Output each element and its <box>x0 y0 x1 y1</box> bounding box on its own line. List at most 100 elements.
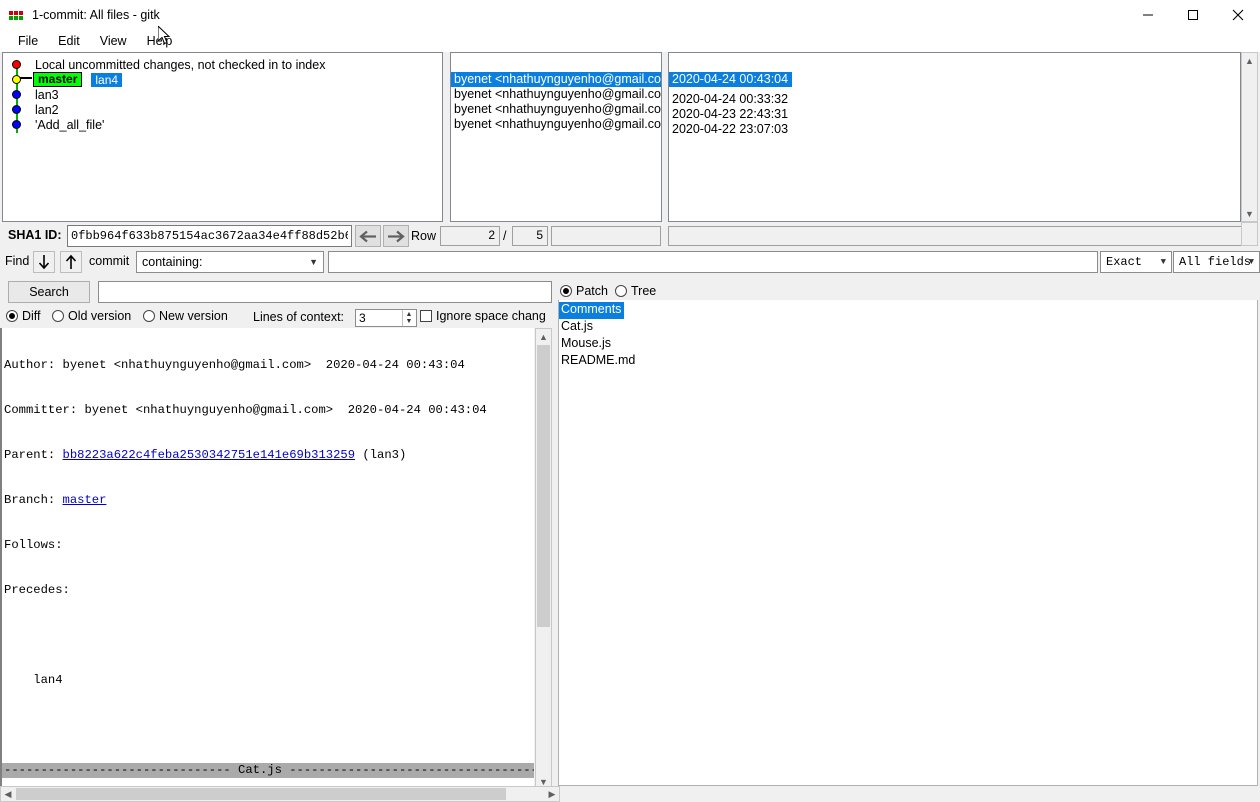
sha1-input[interactable] <box>67 225 352 247</box>
file-list-pane[interactable]: Comments Cat.js Mouse.js README.md <box>558 300 1258 786</box>
head-ref-lan4[interactable]: lan4 <box>91 72 123 87</box>
list-item[interactable]: byenet <nhathuynguyenho@gmail.com <box>451 87 661 102</box>
list-item[interactable]: README.md <box>559 353 1257 370</box>
commit-list-vertical-scrollbar[interactable]: ▲ ▼ <box>1241 52 1258 222</box>
list-item[interactable]: 2020-04-23 22:43:31 <box>669 107 1240 122</box>
scroll-left-icon[interactable]: ◀ <box>1 787 15 801</box>
close-button[interactable] <box>1215 0 1260 30</box>
context-value: 3 <box>359 311 366 325</box>
diff-pane[interactable]: Author: byenet <nhathuynguyenho@gmail.co… <box>0 328 534 786</box>
branch-ref-master[interactable]: master <box>33 72 83 87</box>
find-label: Find <box>5 254 30 268</box>
scroll-right-icon[interactable]: ▶ <box>545 787 559 801</box>
chevron-down-icon: ▼ <box>1248 257 1254 267</box>
tree-radio[interactable]: Tree <box>615 284 656 298</box>
commit-summary: lan3 <box>35 87 59 102</box>
arrow-right-icon <box>388 230 405 242</box>
list-item[interactable]: Mouse.js <box>559 336 1257 353</box>
list-item[interactable]: 2020-04-24 00:43:04 <box>669 72 793 87</box>
list-item[interactable]: byenet <nhathuynguyenho@gmail.com <box>451 102 661 117</box>
scroll-thumb[interactable] <box>537 345 550 627</box>
old-version-radio[interactable]: Old version <box>52 309 131 323</box>
search-input[interactable] <box>98 281 552 303</box>
sha-row-scroll-stub[interactable] <box>1241 222 1258 246</box>
find-scope-label: commit <box>89 254 130 268</box>
find-match-value: Exact <box>1106 255 1143 269</box>
patch-radio[interactable]: Patch <box>560 284 608 298</box>
radio-indicator <box>143 310 155 322</box>
context-label: Lines of context: <box>253 310 345 324</box>
file-name: Comments <box>559 302 625 319</box>
back-button[interactable] <box>355 225 381 247</box>
author-column-panel[interactable]: byenet <nhathuynguyenho@gmail.com byenet… <box>450 52 662 222</box>
commit-graph-panel[interactable]: Local uncommitted changes, not checked i… <box>2 52 443 222</box>
diff-horizontal-scrollbar[interactable]: ◀ ▶ <box>0 786 560 802</box>
diff-line <box>2 718 534 733</box>
find-prev-button[interactable] <box>60 251 82 273</box>
find-fields-select[interactable]: All fields ▼ <box>1173 251 1260 273</box>
menu-item-help[interactable]: Help <box>137 32 183 50</box>
ignore-space-checkbox[interactable]: Ignore space chang <box>420 309 546 323</box>
menu-item-file[interactable]: File <box>8 32 48 50</box>
table-row[interactable]: Local uncommitted changes, not checked i… <box>3 57 442 72</box>
list-item[interactable]: Cat.js <box>559 319 1257 336</box>
parent-sha-link[interactable]: bb8223a622c4feba2530342751e141e69b313259 <box>63 448 356 462</box>
radio-indicator <box>6 310 18 322</box>
table-row[interactable]: lan3 <box>3 87 442 102</box>
commit-node-cell <box>3 57 33 72</box>
menu-item-edit[interactable]: Edit <box>48 32 90 50</box>
table-row[interactable]: lan2 <box>3 102 442 117</box>
scroll-down-icon[interactable]: ▼ <box>1242 206 1257 221</box>
sha-row-filler <box>668 226 1242 246</box>
list-item[interactable]: 2020-04-24 00:33:32 <box>669 92 1240 107</box>
menu-item-view[interactable]: View <box>90 32 137 50</box>
row-label: Row <box>411 229 437 243</box>
find-mode-select[interactable]: containing: ▼ <box>136 251 324 273</box>
commit-summary: 'Add_all_file' <box>35 117 105 132</box>
list-item[interactable]: byenet <nhathuynguyenho@gmail.com <box>451 117 661 132</box>
row-current-value[interactable]: 2 <box>440 226 500 246</box>
context-stepper[interactable]: 3 ▲ ▼ <box>355 309 417 327</box>
list-item[interactable]: Comments <box>559 300 1257 319</box>
scroll-thumb[interactable] <box>16 788 506 800</box>
maximize-button[interactable] <box>1170 0 1215 30</box>
minimize-button[interactable] <box>1125 0 1170 30</box>
diff-file-header: ------------------------------- Cat.js -… <box>2 763 534 778</box>
list-item[interactable]: byenet <nhathuynguyenho@gmail.com <box>451 72 661 87</box>
arrow-up-icon <box>65 254 77 269</box>
new-version-label: New version <box>159 309 228 323</box>
find-match-select[interactable]: Exact ▼ <box>1100 251 1172 273</box>
table-row[interactable]: master lan4 <box>3 72 442 87</box>
date-spacer <box>669 53 1240 72</box>
sha1-toolbar: SHA1 ID: Row 2 / 5 <box>0 222 1260 248</box>
find-next-button[interactable] <box>33 251 55 273</box>
graph-rows: Local uncommitted changes, not checked i… <box>3 53 442 133</box>
sha1-label: SHA1 ID: <box>8 228 62 242</box>
list-item[interactable]: 2020-04-22 23:07:03 <box>669 122 1240 137</box>
table-row[interactable]: 'Add_all_file' <box>3 117 442 132</box>
commit-node-cell <box>3 102 33 117</box>
commit-node-cell <box>3 117 33 132</box>
diff-vertical-scrollbar[interactable]: ▲ ▼ <box>535 328 552 790</box>
branch-label: Branch: <box>4 493 63 507</box>
stepper-arrows-icon[interactable]: ▲ ▼ <box>402 310 415 326</box>
find-query-input[interactable] <box>328 251 1098 273</box>
diff-radio[interactable]: Diff <box>6 309 41 323</box>
search-button[interactable]: Search <box>8 281 90 303</box>
row-extra-field[interactable] <box>551 226 661 246</box>
diff-line: Committer: byenet <nhathuynguyenho@gmail… <box>4 403 487 417</box>
diff-line-branch: Branch: master <box>2 493 534 508</box>
scroll-up-icon[interactable]: ▲ <box>1242 53 1257 68</box>
author-spacer <box>451 53 661 72</box>
date-column-panel[interactable]: 2020-04-24 00:43:04 2020-04-24 00:33:32 … <box>668 52 1241 222</box>
commit-summary: Local uncommitted changes, not checked i… <box>35 57 326 72</box>
old-version-label: Old version <box>68 309 132 323</box>
branch-link[interactable]: master <box>63 493 107 507</box>
forward-button[interactable] <box>383 225 409 247</box>
window-title: 1-commit: All files - gitk <box>32 8 160 22</box>
find-toolbar: Find commit containing: ▼ Exact ▼ All fi… <box>0 250 1260 274</box>
commit-node-icon <box>12 60 21 69</box>
commit-node-cell <box>3 87 33 102</box>
new-version-radio[interactable]: New version <box>143 309 228 323</box>
scroll-up-icon[interactable]: ▲ <box>536 329 551 344</box>
